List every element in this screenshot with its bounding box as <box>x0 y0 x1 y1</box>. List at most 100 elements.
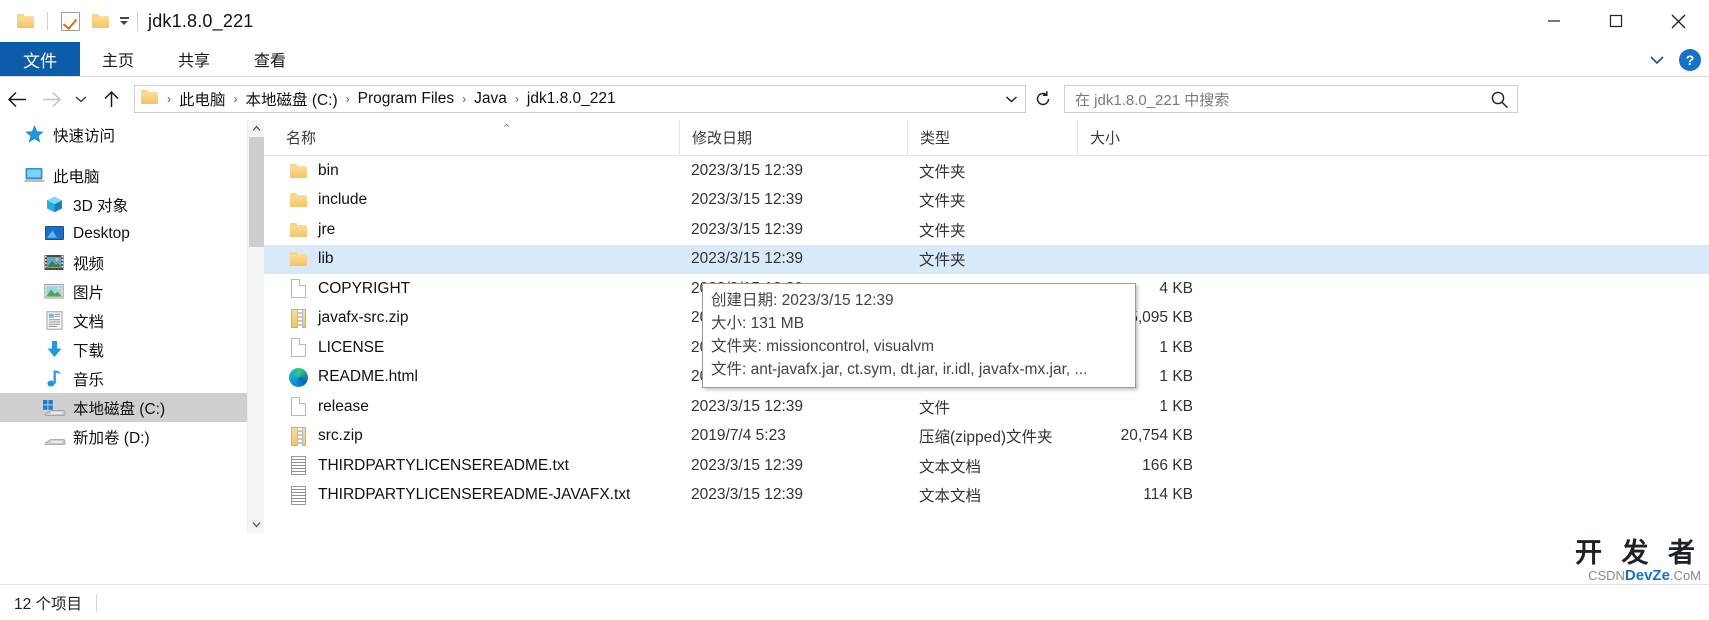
new-folder-icon[interactable] <box>85 6 115 36</box>
scroll-up-arrow-icon[interactable] <box>248 120 264 137</box>
forward-arrow-icon <box>42 91 61 107</box>
sidebar-item-1[interactable]: 此电脑 <box>0 161 264 190</box>
breadcrumb-item-jdk[interactable]: jdk1.8.0_221 <box>524 88 619 110</box>
sidebar-item-8[interactable]: 音乐 <box>0 364 264 393</box>
breadcrumb-bar[interactable]: › 此电脑 › 本地磁盘 (C:) › Program Files › Java… <box>134 85 1026 113</box>
file-tooltip: 创建日期: 2023/3/15 12:39 大小: 131 MB 文件夹: mi… <box>702 283 1136 388</box>
sidebar-item-10[interactable]: 新加卷 (D:) <box>0 422 264 451</box>
tab-view[interactable]: 查看 <box>232 42 308 76</box>
quick-access-toolbar <box>0 0 133 42</box>
sidebar-item-6[interactable]: 文档 <box>0 306 264 335</box>
cell-type: 文件夹 <box>919 163 966 181</box>
refresh-button[interactable] <box>1028 85 1058 113</box>
breadcrumb-separator: › <box>514 92 519 106</box>
navigation-scrollbar[interactable] <box>247 120 264 533</box>
file-name-label: README.html <box>318 368 418 386</box>
back-button[interactable] <box>0 82 34 116</box>
sidebar-item-label: 图片 <box>73 284 105 302</box>
sort-ascending-icon: ⌃ <box>502 122 512 135</box>
recent-locations-button[interactable] <box>68 82 94 116</box>
text-icon <box>286 485 310 505</box>
breadcrumb-item-this-pc[interactable]: 此电脑 <box>176 86 229 112</box>
column-header-type[interactable]: 类型 <box>907 119 1077 156</box>
sidebar-item-7[interactable]: 下载 <box>0 335 264 364</box>
table-row[interactable]: release 2023/3/15 12:39 文件 1 KB <box>264 392 1709 422</box>
qat-divider <box>47 12 48 30</box>
breadcrumb-dropdown-chevron-down-icon[interactable] <box>998 86 1024 112</box>
cell-date: 2019/7/4 5:23 <box>691 427 786 445</box>
file-explorer-window: jdk1.8.0_221 文件 主页 共享 查看 ? › 此电脑 › 本地磁盘 … <box>0 0 1709 620</box>
folder-icon <box>286 252 310 267</box>
breadcrumb-separator: › <box>462 92 467 106</box>
window-title: jdk1.8.0_221 <box>148 10 254 31</box>
column-header-name[interactable]: 名称 ⌃ <box>264 120 679 156</box>
window-menu-folder-icon[interactable] <box>10 6 40 36</box>
table-row[interactable]: jre 2023/3/15 12:39 文件夹 <box>264 215 1709 245</box>
file-icon <box>286 338 310 358</box>
music-icon <box>42 369 66 388</box>
scroll-down-arrow-icon[interactable] <box>248 516 264 533</box>
search-icon[interactable] <box>1490 90 1509 109</box>
sidebar-item-label: 快速访问 <box>53 127 116 145</box>
cell-name: include <box>264 191 679 209</box>
breadcrumb-folder-icon <box>141 89 158 109</box>
tab-file[interactable]: 文件 <box>0 42 80 76</box>
this-pc-icon <box>22 167 46 184</box>
cell-name: COPYRIGHT <box>264 279 679 299</box>
expand-ribbon-chevron-down-icon[interactable] <box>1649 52 1665 68</box>
help-button[interactable]: ? <box>1679 48 1701 71</box>
search-input[interactable]: 在 jdk1.8.0_221 中搜索 <box>1075 89 1229 110</box>
status-divider <box>96 593 98 612</box>
back-arrow-icon <box>7 91 26 107</box>
cell-type: 压缩(zipped)文件夹 <box>919 429 1053 447</box>
cell-size: 166 KB <box>1142 456 1193 474</box>
cell-date: 2023/3/15 12:39 <box>691 456 804 474</box>
sidebar-item-label: 此电脑 <box>53 168 100 186</box>
breadcrumb-item-program-files[interactable]: Program Files <box>355 88 457 110</box>
minimize-button[interactable] <box>1523 0 1585 42</box>
sidebar-item-9[interactable]: 本地磁盘 (C:) <box>0 393 264 422</box>
column-header-size[interactable]: 大小 <box>1077 119 1207 156</box>
breadcrumb-item-java[interactable]: Java <box>471 88 510 110</box>
scrollbar-thumb[interactable] <box>249 137 264 247</box>
cell-name: src.zip <box>264 426 679 446</box>
breadcrumb-item-local-disk[interactable]: 本地磁盘 (C:) <box>243 86 341 112</box>
search-box[interactable]: 在 jdk1.8.0_221 中搜索 <box>1064 85 1518 113</box>
up-arrow-icon <box>103 90 119 107</box>
table-row[interactable]: THIRDPARTYLICENSEREADME.txt 2023/3/15 12:… <box>264 451 1709 481</box>
zip-icon <box>286 426 310 446</box>
table-row[interactable]: bin 2023/3/15 12:39 文件夹 <box>264 156 1709 186</box>
table-row[interactable]: include 2023/3/15 12:39 文件夹 <box>264 186 1709 216</box>
tab-home[interactable]: 主页 <box>80 42 156 76</box>
up-button[interactable] <box>94 82 128 116</box>
tab-share[interactable]: 共享 <box>156 42 232 76</box>
edge-icon <box>286 367 310 387</box>
sidebar-item-5[interactable]: 图片 <box>0 277 264 306</box>
customize-qat-chevron-down-icon[interactable] <box>115 6 133 36</box>
column-header-date[interactable]: 修改日期 <box>679 119 907 156</box>
sidebar-item-2[interactable]: 3D 对象 <box>0 190 264 219</box>
column-header-name-label: 名称 <box>286 130 317 147</box>
cell-type: 文件 <box>919 399 951 417</box>
local-disk-icon <box>42 399 66 417</box>
ribbon-right-controls: ? <box>1649 42 1701 77</box>
table-row[interactable]: lib 2023/3/15 12:39 文件夹 <box>264 244 1709 274</box>
maximize-button[interactable] <box>1585 0 1647 42</box>
sidebar-item-0[interactable]: 快速访问 <box>0 120 264 149</box>
close-button[interactable] <box>1647 0 1709 42</box>
watermark-suffix: .CoM <box>1669 568 1701 583</box>
cell-type: 文件夹 <box>919 193 966 211</box>
properties-checkbox-icon[interactable] <box>55 6 85 36</box>
sidebar-item-4[interactable]: 视频 <box>0 248 264 277</box>
watermark-brand: DevZe <box>1624 567 1670 584</box>
cell-name: bin <box>264 162 679 180</box>
cell-type: 文件夹 <box>919 222 966 240</box>
breadcrumb-separator: › <box>233 92 238 106</box>
watermark-subtitle: CSDNDevZe.CoM <box>1588 568 1701 584</box>
sidebar-item-3[interactable]: Desktop <box>0 219 264 248</box>
table-row[interactable]: THIRDPARTYLICENSEREADME-JAVAFX.txt 2023/3… <box>264 481 1709 511</box>
cell-type: 文件夹 <box>919 252 966 270</box>
cell-date: 2023/3/15 12:39 <box>691 397 804 415</box>
table-row[interactable]: src.zip 2019/7/4 5:23 压缩(zipped)文件夹 20,754 … <box>264 422 1709 452</box>
forward-button[interactable] <box>34 82 68 116</box>
